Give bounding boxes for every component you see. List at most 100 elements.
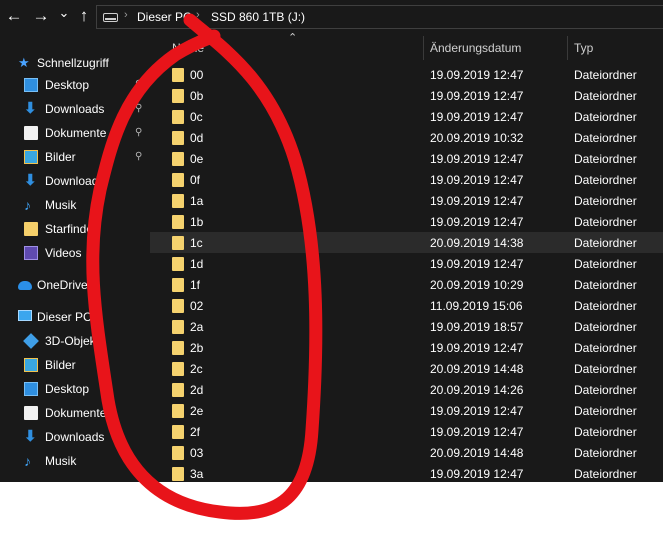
file-row[interactable]: 0f 19.09.2019 12:47 Dateiordner — [150, 169, 663, 190]
recent-locations-button[interactable]: ⌄ — [54, 3, 74, 23]
folder-icon — [172, 257, 184, 271]
file-row[interactable]: 1c 20.09.2019 14:38 Dateiordner — [150, 232, 663, 253]
file-row[interactable]: 2e 19.09.2019 12:47 Dateiordner — [150, 400, 663, 421]
file-row[interactable]: 1a 19.09.2019 12:47 Dateiordner — [150, 190, 663, 211]
file-name: 2f — [190, 425, 201, 439]
file-date: 19.09.2019 12:47 — [430, 68, 524, 82]
file-type: Dateiordner — [574, 194, 637, 208]
file-date: 20.09.2019 10:32 — [430, 131, 524, 145]
sidebar-item-musik[interactable]: ♪ Musik — [0, 195, 150, 217]
file-date: 19.09.2019 12:47 — [430, 467, 524, 481]
file-name: 02 — [190, 299, 204, 313]
sidebar-item-label: Downloads — [45, 430, 105, 444]
file-date: 20.09.2019 14:38 — [430, 236, 524, 250]
file-type: Dateiordner — [574, 320, 637, 334]
file-row[interactable]: 0c 19.09.2019 12:47 Dateiordner — [150, 106, 663, 127]
sidebar-item-downloads[interactable]: ⬇ Downloads — [0, 427, 150, 449]
sidebar-item-videos[interactable]: Videos — [0, 243, 150, 265]
sidebar-item-starfinder[interactable]: Starfinder — [0, 219, 150, 241]
back-button[interactable]: ← — [4, 6, 24, 26]
sort-ascending-icon: ⌃ — [288, 32, 298, 44]
sidebar-item-downloads[interactable]: ⬇ Downloads ⚲ — [0, 99, 150, 121]
file-row[interactable]: 3a 19.09.2019 12:47 Dateiordner — [150, 463, 663, 482]
sidebar-item-musik[interactable]: ♪ Musik — [0, 451, 150, 473]
file-type: Dateiordner — [574, 383, 637, 397]
sidebar-item-dokumente[interactable]: Dokumente ⚲ — [0, 123, 150, 145]
file-date: 20.09.2019 14:48 — [430, 446, 524, 460]
navigation-toolbar: ← → ⌄ ↑ › Dieser PC › SSD 860 1TB (J:) — [0, 0, 663, 33]
file-row[interactable]: 2f 19.09.2019 12:47 Dateiordner — [150, 421, 663, 442]
breadcrumb-separator[interactable]: › — [196, 9, 200, 21]
file-name: 1c — [190, 236, 203, 250]
sidebar-item-schnellzugriff[interactable]: ★ Schnellzugriff — [0, 53, 150, 75]
file-name: 2d — [190, 383, 204, 397]
sidebar-item-downloads[interactable]: ⬇ Downloads — [0, 171, 150, 193]
breadcrumb-this-pc[interactable]: Dieser PC — [137, 10, 192, 24]
file-type: Dateiordner — [574, 467, 637, 481]
computer-icon — [18, 310, 32, 321]
up-button[interactable]: ↑ — [74, 6, 94, 26]
pictures-icon — [24, 358, 38, 372]
file-type: Dateiordner — [574, 446, 637, 460]
sidebar-item-label: OneDrive — [37, 278, 88, 292]
file-row[interactable]: 03 20.09.2019 14:48 Dateiordner — [150, 442, 663, 463]
address-bar[interactable]: › Dieser PC › SSD 860 1TB (J:) — [96, 5, 663, 29]
file-row[interactable]: 2c 20.09.2019 14:48 Dateiordner — [150, 358, 663, 379]
sidebar-item-label: Musik — [45, 198, 77, 212]
forward-button[interactable]: → — [31, 6, 51, 26]
sidebar-item-onedrive[interactable]: OneDrive — [0, 275, 150, 297]
file-row[interactable]: 0e 19.09.2019 12:47 Dateiordner — [150, 148, 663, 169]
file-date: 20.09.2019 14:48 — [430, 362, 524, 376]
file-name: 1b — [190, 215, 204, 229]
sidebar-item-label: Videos — [45, 246, 82, 260]
folder-icon — [172, 383, 184, 397]
column-header-date[interactable]: Änderungsdatum — [430, 41, 521, 55]
column-divider[interactable] — [423, 36, 424, 60]
sidebar-item-bilder[interactable]: Bilder ⚲ — [0, 147, 150, 169]
sidebar-item-desktop[interactable]: Desktop ⚲ — [0, 75, 150, 97]
file-row[interactable]: 0b 19.09.2019 12:47 Dateiordner — [150, 85, 663, 106]
file-name: 1f — [190, 278, 201, 292]
file-row[interactable]: 1f 20.09.2019 10:29 Dateiordner — [150, 274, 663, 295]
pictures-icon — [24, 150, 38, 164]
star-icon: ★ — [18, 55, 30, 70]
file-name: 00 — [190, 68, 204, 82]
file-type: Dateiordner — [574, 173, 637, 187]
file-row[interactable]: 0d 20.09.2019 10:32 Dateiordner — [150, 127, 663, 148]
file-row[interactable]: 2a 19.09.2019 18:57 Dateiordner — [150, 316, 663, 337]
sidebar-item-bilder[interactable]: Bilder — [0, 355, 150, 377]
file-row[interactable]: 2b 19.09.2019 12:47 Dateiordner — [150, 337, 663, 358]
column-header-type[interactable]: Typ — [574, 41, 593, 55]
pin-icon[interactable]: ⚲ — [135, 103, 142, 114]
column-divider[interactable] — [567, 36, 568, 60]
sidebar-item-dieser-pc[interactable]: Dieser PC — [0, 307, 150, 329]
file-name: 0b — [190, 89, 204, 103]
folder-icon — [172, 236, 184, 250]
folder-icon — [24, 222, 38, 236]
sidebar-item-label: Desktop — [45, 382, 90, 396]
file-row[interactable]: 02 11.09.2019 15:06 Dateiordner — [150, 295, 663, 316]
file-type: Dateiordner — [574, 131, 637, 145]
pin-icon[interactable]: ⚲ — [135, 127, 142, 138]
sidebar-item-3d-objekte[interactable]: 3D-Objekte — [0, 331, 150, 353]
sidebar-item-desktop[interactable]: Desktop — [0, 379, 150, 401]
sidebar-item-label: Musik — [45, 454, 77, 468]
file-name: 1d — [190, 257, 204, 271]
sidebar-item-label: Dokumente — [45, 406, 107, 420]
column-header-name[interactable]: Name — [172, 41, 204, 55]
pin-icon[interactable]: ⚲ — [135, 151, 142, 162]
drive-icon — [103, 13, 118, 22]
file-row[interactable]: 2d 20.09.2019 14:26 Dateiordner — [150, 379, 663, 400]
breadcrumb-drive[interactable]: SSD 860 1TB (J:) — [211, 10, 305, 24]
file-row[interactable]: 1d 19.09.2019 12:47 Dateiordner — [150, 253, 663, 274]
sidebar-item-label: Downloads — [45, 174, 105, 188]
breadcrumb-separator[interactable]: › — [124, 9, 128, 21]
folder-icon — [172, 425, 184, 439]
file-row[interactable]: 00 19.09.2019 12:47 Dateiordner — [150, 64, 663, 85]
file-row[interactable]: 1b 19.09.2019 12:47 Dateiordner — [150, 211, 663, 232]
file-name: 0c — [190, 110, 203, 124]
pin-icon[interactable]: ⚲ — [135, 79, 142, 90]
sidebar-item-dokumente[interactable]: Dokumente — [0, 403, 150, 425]
desktop-icon — [24, 382, 38, 396]
file-date: 19.09.2019 12:47 — [430, 152, 524, 166]
